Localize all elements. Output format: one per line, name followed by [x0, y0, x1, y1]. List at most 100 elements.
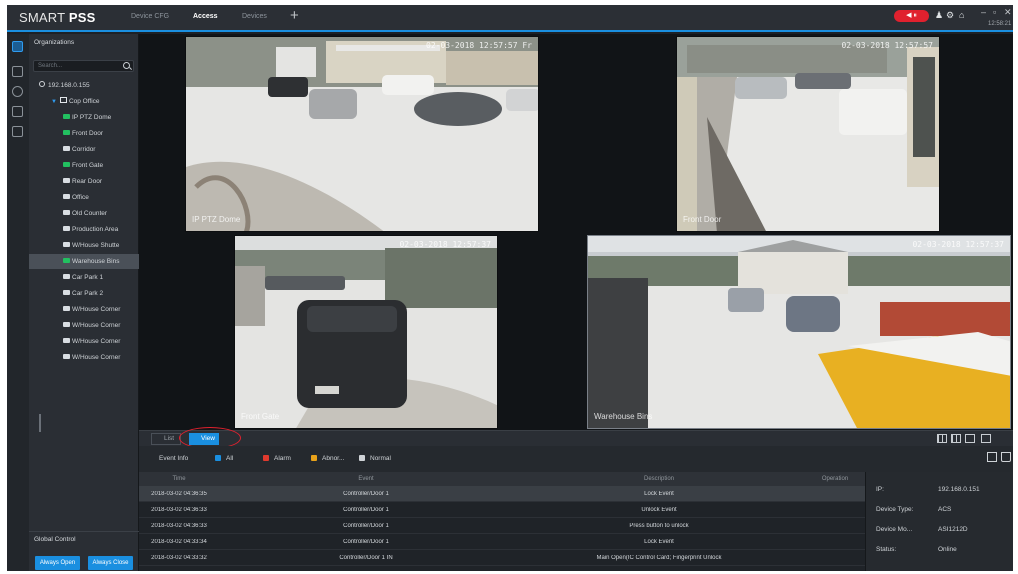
- add-tab-button[interactable]: +: [290, 8, 299, 23]
- camera-tile-warehouse-bins[interactable]: 02-03-2018 12:57:37 Warehouse Bins: [587, 235, 1011, 429]
- tree-item[interactable]: 192.168.0.155: [29, 78, 139, 93]
- grid-layout-16-icon[interactable]: [965, 434, 975, 443]
- table-row[interactable]: 2018-03-02 04:33:34 Controller/Door 1 Lock…: [139, 534, 865, 550]
- camera-feed-image: [588, 236, 1010, 428]
- search-icon[interactable]: [123, 62, 130, 69]
- tree-item[interactable]: W/House Corner: [29, 318, 139, 333]
- tree-item[interactable]: W/House Shutte: [29, 238, 139, 253]
- edit-icon[interactable]: [981, 434, 991, 443]
- restore-button[interactable]: ▫: [993, 7, 996, 17]
- tree-item[interactable]: W/House Corner: [29, 334, 139, 349]
- tree-item-label: W/House Corner: [72, 306, 121, 313]
- tree-item[interactable]: Office: [29, 190, 139, 205]
- tree-item[interactable]: IP PTZ Dome: [29, 110, 139, 125]
- device-icon: [39, 81, 45, 88]
- delete-icon[interactable]: [1001, 452, 1011, 462]
- tree-item[interactable]: Production Area: [29, 222, 139, 237]
- device-info-row: Device Type: ACS: [866, 502, 1013, 518]
- camera-name-label: Warehouse Bins: [594, 412, 653, 421]
- grid-layout-4-icon[interactable]: [937, 434, 947, 443]
- tree-item[interactable]: Front Gate: [29, 158, 139, 173]
- always-close-button[interactable]: Always Close: [88, 556, 133, 570]
- report-icon[interactable]: [12, 106, 23, 117]
- normal-checkbox[interactable]: [359, 455, 365, 461]
- camera-icon: [63, 289, 70, 295]
- cell-event: Controller/Door 1: [343, 507, 389, 513]
- tree-item[interactable]: Rear Door: [29, 174, 139, 189]
- user-icon[interactable]: ♟: [935, 10, 943, 21]
- camera-icon: [63, 113, 70, 119]
- app-brand: SMART PSS: [19, 10, 95, 25]
- table-row[interactable]: 2018-03-02 04:36:35 Controller/Door 1 Lock…: [139, 486, 865, 502]
- org-tree-icon[interactable]: [12, 41, 23, 52]
- settings-icon[interactable]: ⚙: [946, 10, 954, 21]
- always-open-button[interactable]: Always Open: [35, 556, 80, 570]
- camera-icon: [63, 193, 70, 199]
- device-info-panel: IP: 192.168.0.151 Device Type: ACS Device Mo…: [865, 472, 1013, 571]
- tab-device-cfg[interactable]: Device CFG: [131, 13, 169, 20]
- tree-item[interactable]: W/House Corner: [29, 302, 139, 317]
- grid-layout-9-icon[interactable]: [951, 434, 961, 443]
- abnormal-checkbox[interactable]: [311, 455, 317, 461]
- table-row[interactable]: 2018-03-02 04:33:32 Controller/Door 1 IN M…: [139, 550, 865, 566]
- all-checkbox[interactable]: [215, 455, 221, 461]
- export-icon[interactable]: [987, 452, 997, 462]
- tree-item[interactable]: Old Counter: [29, 206, 139, 221]
- tree-item-label: Rear Door: [72, 178, 102, 185]
- camera-tile-front-gate[interactable]: 02-03-2018 12:57:37 Front Gate: [234, 235, 498, 429]
- expand-caret-icon[interactable]: ▼: [51, 99, 57, 105]
- camera-name-label: IP PTZ Dome: [192, 215, 241, 224]
- tab-access[interactable]: Access: [193, 13, 218, 20]
- cell-time: 2018-03-02 04:36:33: [151, 523, 207, 529]
- close-button[interactable]: ✕: [1004, 7, 1012, 18]
- list-view-button[interactable]: List: [151, 433, 181, 445]
- alarm-checkbox[interactable]: [263, 455, 269, 461]
- tree-item[interactable]: Car Park 2: [29, 286, 139, 301]
- minimize-button[interactable]: –: [981, 7, 986, 17]
- cell-time: 2018-03-02 04:36:33: [151, 507, 207, 513]
- tree-item[interactable]: W/House Corner: [29, 350, 139, 365]
- folder-icon: [59, 97, 67, 104]
- tree-item[interactable]: Corridor: [29, 142, 139, 157]
- tree-item-label: 192.168.0.155: [48, 82, 90, 89]
- column-header-time: Time: [172, 476, 186, 482]
- tree-item[interactable]: Front Door: [29, 126, 139, 141]
- device-info-value: 192.168.0.151: [938, 486, 980, 493]
- camera-timestamp: 02-03-2018 12:57:37: [399, 240, 491, 249]
- table-row[interactable]: 2018-03-02 04:36:33 Controller/Door 1 Pres…: [139, 518, 865, 534]
- table-row[interactable]: 2018-03-02 04:33:30Controller/Door 1Unlo…: [139, 566, 865, 571]
- tree-item[interactable]: ▼ Cop Office: [29, 94, 139, 109]
- calendar-icon[interactable]: [12, 126, 23, 137]
- device-info-key: Status:: [876, 546, 897, 553]
- device-info-row: Status: Online: [866, 542, 1013, 558]
- person-icon[interactable]: [12, 86, 23, 97]
- search-input[interactable]: Search...: [33, 60, 134, 72]
- view-toolbar: List View: [139, 427, 1013, 449]
- camera-icon: [63, 209, 70, 215]
- clock: 12:58:21: [988, 21, 1012, 27]
- device-info-row: IP: 192.168.0.151: [866, 482, 1013, 498]
- record-badge[interactable]: ◀ ⏸: [894, 10, 929, 22]
- event-filter-bar: Event Info All Alarm Abnor... Normal: [139, 446, 1013, 472]
- camera-icon: [63, 145, 70, 151]
- tree-item-label: Front Gate: [72, 162, 104, 169]
- tree-item[interactable]: Car Park 1: [29, 270, 139, 285]
- organizations-title: Organizations: [34, 39, 75, 46]
- tree-scrollbar[interactable]: [39, 414, 41, 432]
- camera-icon: [63, 129, 70, 135]
- brand-bold-text: PSS: [68, 10, 96, 25]
- tree-item-label: Production Area: [72, 226, 119, 233]
- device-info-key: IP:: [876, 486, 884, 493]
- camera-icon: [63, 273, 70, 279]
- camera-icon: [63, 353, 70, 359]
- tree-item-label: W/House Corner: [72, 338, 121, 345]
- tab-devices[interactable]: Devices: [242, 13, 267, 20]
- camera-name-label: Front Door: [683, 215, 722, 224]
- table-row[interactable]: 2018-03-02 04:36:33 Controller/Door 1 Unlo…: [139, 502, 865, 518]
- lock-icon[interactable]: ⌂: [959, 10, 964, 20]
- tree-item[interactable]: Warehouse Bins: [29, 254, 139, 269]
- preview-icon[interactable]: [12, 66, 23, 77]
- camera-tile-ip-ptz-dome[interactable]: 02-03-2018 12:57:57 Fr IP PTZ Dome: [185, 36, 539, 232]
- tree-item-label: Car Park 1: [72, 274, 104, 281]
- camera-tile-front-door[interactable]: 02-03-2018 12:57:57 Front Door: [676, 36, 940, 232]
